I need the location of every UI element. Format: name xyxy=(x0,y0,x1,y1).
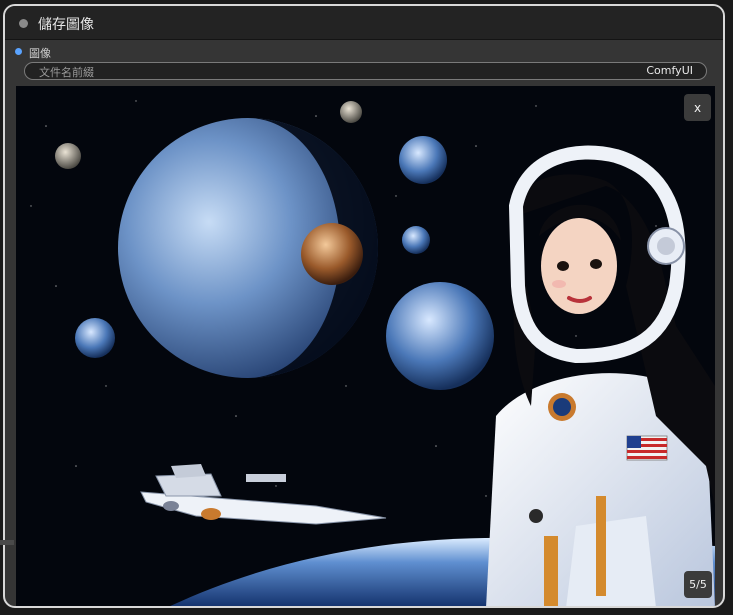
output-slot-label: 圖像 xyxy=(29,47,51,60)
filename-prefix-label: 文件名前綴 xyxy=(39,66,94,79)
save-image-node: 儲存圖像 圖像 文件名前綴 ComfyUI x 5/5 xyxy=(3,4,725,608)
filename-prefix-field[interactable]: 文件名前綴 ComfyUI xyxy=(24,62,707,80)
canvas-edge-handle xyxy=(0,540,14,545)
collapse-toggle-icon[interactable] xyxy=(19,19,28,28)
preview-image xyxy=(16,86,715,606)
image-preview[interactable]: x 5/5 xyxy=(16,86,715,606)
slot-dot-icon[interactable] xyxy=(15,48,22,55)
close-preview-button[interactable]: x xyxy=(684,94,711,121)
node-title-bar[interactable]: 儲存圖像 xyxy=(5,6,723,40)
filename-prefix-value[interactable]: ComfyUI xyxy=(646,64,693,77)
node-title: 儲存圖像 xyxy=(38,17,94,33)
image-counter: 5/5 xyxy=(684,571,712,598)
